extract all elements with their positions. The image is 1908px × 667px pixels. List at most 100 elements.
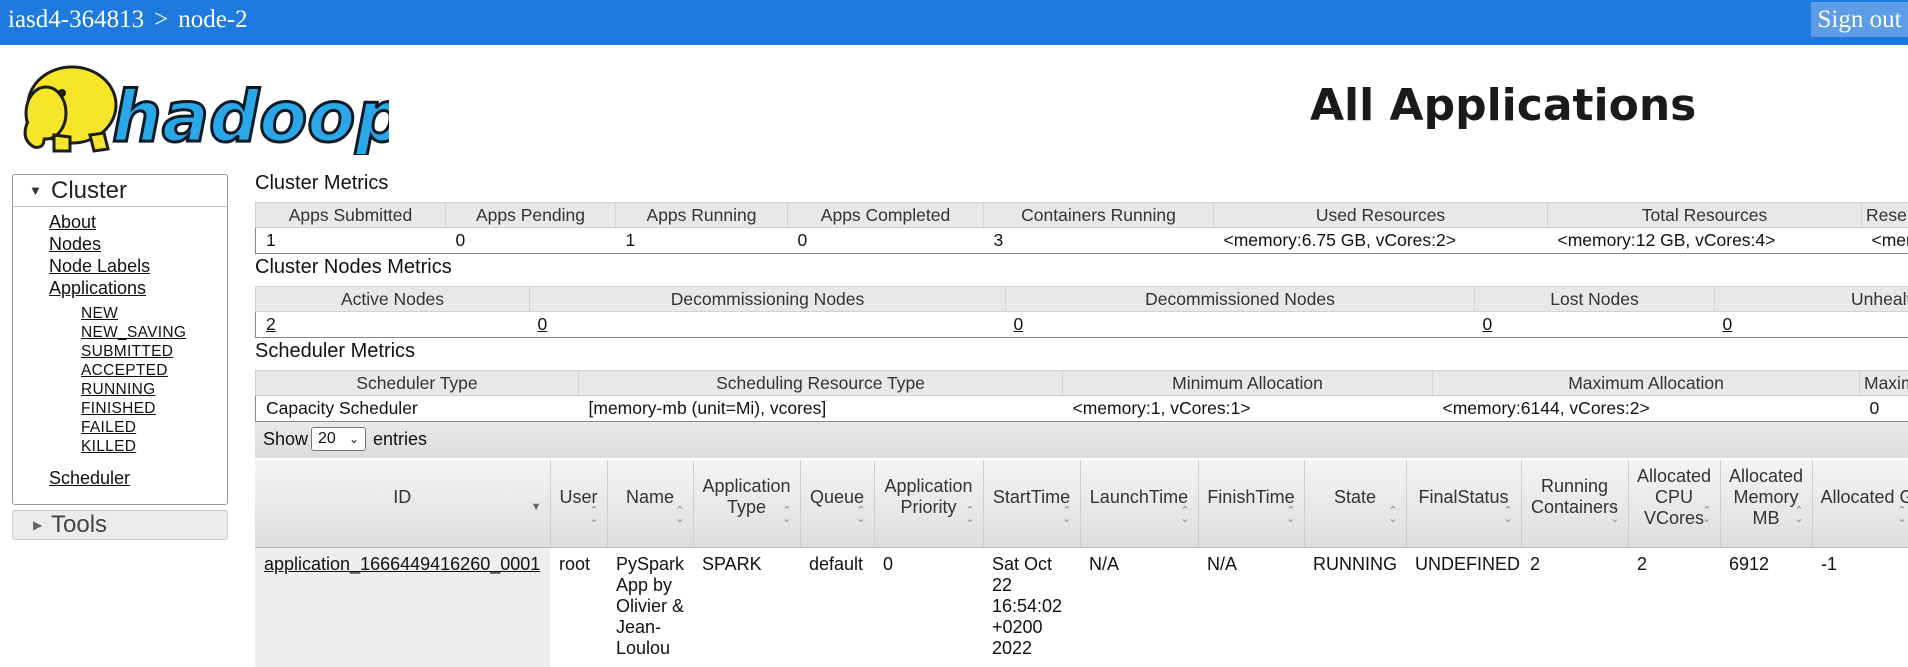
sort-icon: ⌃⌄ <box>1286 507 1295 523</box>
sort-icon: ⌃⌄ <box>1794 507 1803 523</box>
breadcrumb-project[interactable]: iasd4-364813 <box>8 6 144 33</box>
application-id-link[interactable]: application_1666449416260_0001 <box>264 554 540 574</box>
sort-icon: ⌃⌄ <box>1702 507 1711 523</box>
cluster-nodes-metrics-title: Cluster Nodes Metrics <box>255 256 452 279</box>
sort-icon: ⌃⌄ <box>1897 507 1906 523</box>
column-header-name[interactable]: Name⌃⌄ <box>607 460 693 547</box>
breadcrumb: iasd4-364813>node-2 <box>8 6 248 34</box>
sidebar-cluster-label: Cluster <box>51 175 127 207</box>
table-cell: <memory:0 B, vCores:0> <box>1862 228 1908 254</box>
table-cell-running-containers: 2 <box>1521 547 1628 667</box>
column-header-launchtime[interactable]: LaunchTime⌃⌄ <box>1080 460 1198 547</box>
column-header-starttime[interactable]: StartTime⌃⌄ <box>983 460 1080 547</box>
column-header: Active Nodes <box>256 287 530 312</box>
cluster-metrics-title: Cluster Metrics <box>255 172 388 195</box>
sidebar-tools-header[interactable]: ▶ Tools <box>12 510 228 540</box>
applications-table: ID▼ User⌃⌄ Name⌃⌄ Application Type⌃⌄ Que… <box>255 460 1908 667</box>
column-header-id[interactable]: ID▼ <box>255 460 550 547</box>
sort-icon: ⌃⌄ <box>1388 507 1397 523</box>
sort-icon: ⌃⌄ <box>1610 507 1619 523</box>
table-cell: <memory:1, vCores:1> <box>1063 396 1433 422</box>
unhealthy-nodes-link[interactable]: 0 <box>1723 314 1733 334</box>
sign-out-button[interactable]: Sign out <box>1811 2 1908 37</box>
table-header-row: Scheduler Type Scheduling Resource Type … <box>256 371 1908 396</box>
column-header: Maximum Allocation <box>1433 371 1860 396</box>
table-cell-starttime: Sat Oct 22 16:54:02 +0200 2022 <box>983 547 1080 667</box>
sidebar-link-about[interactable]: About <box>49 212 96 233</box>
sidebar-state-failed[interactable]: FAILED <box>81 419 136 437</box>
table-header-row: Apps Submitted Apps Pending Apps Running… <box>256 203 1908 228</box>
scheduler-metrics-title: Scheduler Metrics <box>255 340 415 363</box>
column-header-allocated-gpus[interactable]: Allocated GPUs⌃⌄ <box>1812 460 1908 547</box>
column-header-allocated-memory-mb[interactable]: Allocated Memory MB⌃⌄ <box>1720 460 1812 547</box>
sidebar-state-finished[interactable]: FINISHED <box>81 400 156 418</box>
table-cell-user: root <box>550 547 607 667</box>
page-title: All Applications <box>1310 80 1696 131</box>
table-cell: [memory-mb (unit=Mi), vcores] <box>579 396 1063 422</box>
column-header-allocated-cpu-vcores[interactable]: Allocated CPU VCores⌃⌄ <box>1628 460 1720 547</box>
cluster-nodes-metrics-table: Active Nodes Decommissioning Nodes Decom… <box>255 286 1908 338</box>
table-cell: <memory:6.75 GB, vCores:2> <box>1214 228 1548 254</box>
column-header-finishtime[interactable]: FinishTime⌃⌄ <box>1198 460 1304 547</box>
column-header-user[interactable]: User⌃⌄ <box>550 460 607 547</box>
table-cell: 0 <box>788 228 984 254</box>
sort-icon: ⌃⌄ <box>782 507 791 523</box>
sidebar-state-new[interactable]: NEW <box>81 305 118 323</box>
column-header-queue[interactable]: Queue⌃⌄ <box>800 460 874 547</box>
chevron-down-icon: ⌄ <box>349 428 359 450</box>
table-cell-name: PySpark App by Olivier & Jean-Loulou <box>607 547 693 667</box>
table-cell-state: RUNNING <box>1304 547 1406 667</box>
elephant-icon <box>25 67 116 151</box>
table-header-row: Active Nodes Decommissioning Nodes Decom… <box>256 287 1908 312</box>
column-header-finalstatus[interactable]: FinalStatus⌃⌄ <box>1406 460 1521 547</box>
column-header-application-priority[interactable]: Application Priority⌃⌄ <box>874 460 983 547</box>
sidebar-state-accepted[interactable]: ACCEPTED <box>81 362 168 380</box>
hadoop-logo: hadoop <box>14 55 389 155</box>
sort-icon: ⌃⌄ <box>1503 507 1512 523</box>
column-header: Reserved Resources <box>1862 203 1908 228</box>
sidebar-state-submitted[interactable]: SUBMITTED <box>81 343 173 361</box>
entries-label: entries <box>373 429 427 450</box>
sidebar-link-nodes[interactable]: Nodes <box>49 234 101 255</box>
sidebar-state-killed[interactable]: KILLED <box>81 438 136 456</box>
sort-icon: ⌃⌄ <box>1180 507 1189 523</box>
show-label: Show <box>263 429 308 450</box>
lost-nodes-link[interactable]: 0 <box>1483 314 1493 334</box>
sidebar-state-new-saving[interactable]: NEW_SAVING <box>81 324 186 342</box>
sidebar-cluster-header[interactable]: ▼ Cluster <box>13 175 227 207</box>
sidebar-link-scheduler[interactable]: Scheduler <box>49 468 130 489</box>
sort-icon: ⌃⌄ <box>675 507 684 523</box>
decommissioning-nodes-link[interactable]: 0 <box>538 314 548 334</box>
column-header-running-containers[interactable]: Running Containers⌃⌄ <box>1521 460 1628 547</box>
sidebar-link-node-labels[interactable]: Node Labels <box>49 256 150 277</box>
active-nodes-link[interactable]: 2 <box>266 314 276 334</box>
table-cell: 3 <box>984 228 1214 254</box>
breadcrumb-node[interactable]: node-2 <box>178 6 247 33</box>
table-cell: <memory:6144, vCores:2> <box>1433 396 1860 422</box>
column-header: Apps Running <box>616 203 788 228</box>
table-cell: <memory:12 GB, vCores:4> <box>1548 228 1862 254</box>
sidebar-state-running[interactable]: RUNNING <box>81 381 155 399</box>
column-header: Scheduler Type <box>256 371 579 396</box>
table-header-row: ID▼ User⌃⌄ Name⌃⌄ Application Type⌃⌄ Que… <box>255 460 1908 547</box>
column-header-state[interactable]: State⌃⌄ <box>1304 460 1406 547</box>
triangle-right-icon: ▶ <box>33 511 42 539</box>
decommissioned-nodes-link[interactable]: 0 <box>1014 314 1024 334</box>
column-header: Apps Submitted <box>256 203 446 228</box>
table-cell-allocated-gpus: -1 <box>1812 547 1908 667</box>
scheduler-metrics-table: Scheduler Type Scheduling Resource Type … <box>255 370 1908 422</box>
top-bar: iasd4-364813>node-2 Sign out <box>0 0 1908 45</box>
table-cell: 0 <box>446 228 616 254</box>
column-header: Decommissioning Nodes <box>530 287 1006 312</box>
table-cell-finalstatus: UNDEFINED <box>1406 547 1521 667</box>
column-header: Apps Completed <box>788 203 984 228</box>
column-header: Maximum Cluster Application Priority <box>1860 371 1908 396</box>
column-header: Scheduling Resource Type <box>579 371 1063 396</box>
table-cell-queue: default <box>800 547 874 667</box>
entries-per-page-select[interactable]: 20 ⌄ <box>311 427 366 451</box>
table-cell-application-type: SPARK <box>693 547 800 667</box>
column-header-application-type[interactable]: Application Type⌃⌄ <box>693 460 800 547</box>
sidebar-link-applications[interactable]: Applications <box>49 278 146 299</box>
triangle-down-icon: ▼ <box>29 175 42 207</box>
table-cell-application-priority: 0 <box>874 547 983 667</box>
